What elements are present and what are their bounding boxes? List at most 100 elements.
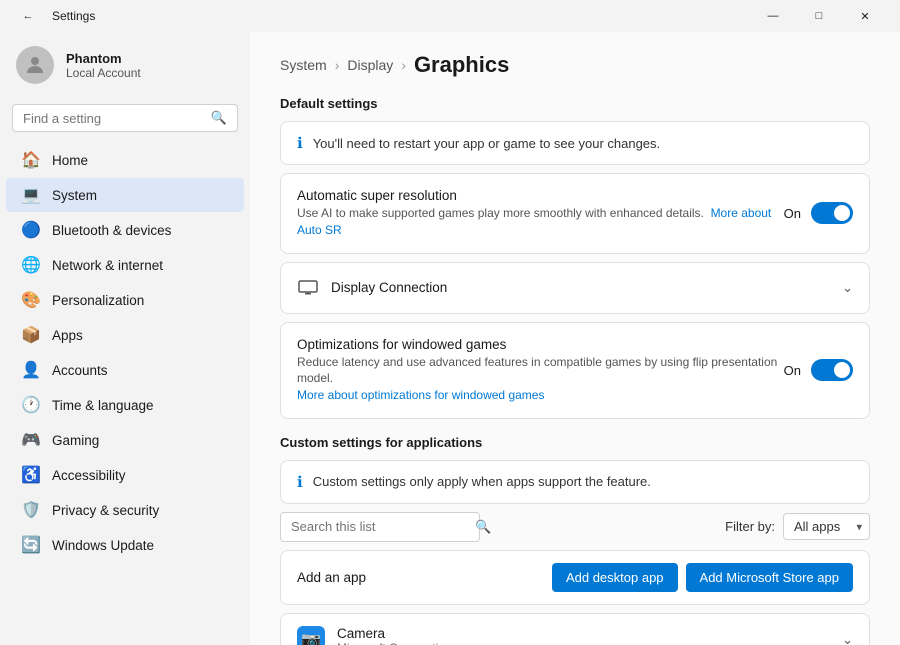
windowed-games-row: Optimizations for windowed games Reduce …	[281, 323, 869, 418]
windowed-games-title: Optimizations for windowed games	[297, 337, 784, 352]
nav-icon-accessibility: ♿	[22, 466, 40, 484]
app-search-box[interactable]: 🔍	[280, 512, 480, 542]
sidebar-search-input[interactable]	[23, 111, 203, 126]
close-button[interactable]: ✕	[842, 0, 888, 32]
nav-icon-system: 💻	[22, 186, 40, 204]
maximize-button[interactable]: □	[796, 0, 842, 32]
app-info-camera: Camera Microsoft Corporation	[337, 626, 452, 645]
windowed-games-desc: Reduce latency and use advanced features…	[297, 354, 784, 404]
add-store-app-button[interactable]: Add Microsoft Store app	[686, 563, 853, 592]
breadcrumb-sep-2: ›	[401, 57, 406, 73]
app-publisher-camera: Microsoft Corporation	[337, 641, 452, 645]
sidebar-item-privacy[interactable]: 🛡️ Privacy & security	[6, 493, 244, 527]
nav-label-privacy: Privacy & security	[52, 503, 159, 518]
search-icon: 🔍	[211, 110, 227, 126]
back-button[interactable]: ←	[12, 0, 44, 32]
nav-icon-accounts: 👤	[22, 361, 40, 379]
restart-info-banner: ℹ You'll need to restart your app or gam…	[280, 121, 870, 165]
avatar	[16, 46, 54, 84]
nav-label-apps: Apps	[52, 328, 83, 343]
nav-icon-network: 🌐	[22, 256, 40, 274]
display-connection-card[interactable]: Display Connection ⌄	[280, 262, 870, 314]
nav-label-update: Windows Update	[52, 538, 154, 553]
user-name: Phantom	[66, 51, 141, 66]
display-connection-icon	[297, 277, 319, 299]
app-row-left-camera: 📷 Camera Microsoft Corporation	[297, 626, 452, 645]
custom-info-banner: ℹ Custom settings only apply when apps s…	[280, 460, 870, 504]
sidebar-item-accessibility[interactable]: ♿ Accessibility	[6, 458, 244, 492]
windowed-games-state: On	[784, 363, 801, 378]
display-connection-row[interactable]: Display Connection ⌄	[281, 263, 869, 313]
filter-by-container: Filter by: All apps	[725, 513, 870, 540]
sidebar: Phantom Local Account 🔍 🏠 Home 💻 System …	[0, 32, 250, 645]
auto-sr-control: On	[784, 202, 853, 224]
auto-super-resolution-text: Automatic super resolution Use AI to mak…	[297, 188, 784, 239]
minimize-button[interactable]: —	[750, 0, 796, 32]
nav-icon-bluetooth: 🔵	[22, 221, 40, 239]
sidebar-item-home[interactable]: 🏠 Home	[6, 143, 244, 177]
app-chevron-camera: ⌄	[842, 632, 853, 645]
windowed-games-card: Optimizations for windowed games Reduce …	[280, 322, 870, 419]
add-app-label: Add an app	[297, 570, 366, 585]
windowed-games-toggle[interactable]	[811, 359, 853, 381]
auto-super-resolution-title: Automatic super resolution	[297, 188, 784, 203]
auto-super-resolution-desc: Use AI to make supported games play more…	[297, 205, 784, 239]
windowed-games-control: On	[784, 359, 853, 381]
nav-label-personalization: Personalization	[52, 293, 144, 308]
breadcrumb: System › Display › Graphics	[280, 52, 870, 78]
nav-icon-gaming: 🎮	[22, 431, 40, 449]
auto-super-resolution-card: Automatic super resolution Use AI to mak…	[280, 173, 870, 254]
nav-label-system: System	[52, 188, 97, 203]
auto-sr-state: On	[784, 206, 801, 221]
app-row-camera[interactable]: 📷 Camera Microsoft Corporation ⌄	[280, 613, 870, 645]
app-search-input[interactable]	[291, 519, 467, 534]
user-type: Local Account	[66, 66, 141, 80]
page-title: Graphics	[414, 52, 509, 78]
content-area: System › Display › Graphics Default sett…	[250, 32, 900, 645]
nav-icon-privacy: 🛡️	[22, 501, 40, 519]
custom-settings-title: Custom settings for applications	[280, 435, 870, 450]
nav-icon-time: 🕐	[22, 396, 40, 414]
user-profile[interactable]: Phantom Local Account	[0, 32, 250, 98]
filter-select[interactable]: All apps	[783, 513, 870, 540]
sidebar-item-gaming[interactable]: 🎮 Gaming	[6, 423, 244, 457]
add-desktop-app-button[interactable]: Add desktop app	[552, 563, 678, 592]
info-icon: ℹ	[297, 134, 303, 152]
nav-icon-personalization: 🎨	[22, 291, 40, 309]
nav-label-bluetooth: Bluetooth & devices	[52, 223, 171, 238]
display-connection-left: Display Connection	[297, 277, 447, 299]
nav-label-home: Home	[52, 153, 88, 168]
filter-label: Filter by:	[725, 519, 775, 534]
nav-label-network: Network & internet	[52, 258, 163, 273]
sidebar-item-update[interactable]: 🔄 Windows Update	[6, 528, 244, 562]
user-info: Phantom Local Account	[66, 51, 141, 80]
windowed-games-link[interactable]: More about optimizations for windowed ga…	[297, 388, 544, 402]
sidebar-search-box[interactable]: 🔍	[12, 104, 238, 132]
title-bar: ← Settings — □ ✕	[0, 0, 900, 32]
breadcrumb-system[interactable]: System	[280, 57, 327, 73]
windowed-games-text: Optimizations for windowed games Reduce …	[297, 337, 784, 404]
nav-label-gaming: Gaming	[52, 433, 99, 448]
window-controls: — □ ✕	[750, 0, 888, 32]
breadcrumb-display[interactable]: Display	[347, 57, 393, 73]
breadcrumb-sep-1: ›	[335, 57, 340, 73]
custom-info-icon: ℹ	[297, 473, 303, 491]
sidebar-item-system[interactable]: 💻 System	[6, 178, 244, 212]
auto-sr-toggle[interactable]	[811, 202, 853, 224]
sidebar-item-bluetooth[interactable]: 🔵 Bluetooth & devices	[6, 213, 244, 247]
nav-icon-apps: 📦	[22, 326, 40, 344]
sidebar-item-apps[interactable]: 📦 Apps	[6, 318, 244, 352]
sidebar-item-personalization[interactable]: 🎨 Personalization	[6, 283, 244, 317]
app-name-camera: Camera	[337, 626, 452, 641]
app-search-icon: 🔍	[475, 519, 491, 535]
sidebar-item-time[interactable]: 🕐 Time & language	[6, 388, 244, 422]
app-body: Phantom Local Account 🔍 🏠 Home 💻 System …	[0, 32, 900, 645]
auto-super-resolution-row: Automatic super resolution Use AI to mak…	[281, 174, 869, 253]
display-connection-label: Display Connection	[331, 280, 447, 295]
sidebar-item-network[interactable]: 🌐 Network & internet	[6, 248, 244, 282]
sidebar-item-accounts[interactable]: 👤 Accounts	[6, 353, 244, 387]
default-settings-title: Default settings	[280, 96, 870, 111]
filter-bar: 🔍 Filter by: All apps	[280, 512, 870, 542]
nav-list: 🏠 Home 💻 System 🔵 Bluetooth & devices 🌐 …	[0, 142, 250, 645]
filter-select-wrap[interactable]: All apps	[783, 513, 870, 540]
